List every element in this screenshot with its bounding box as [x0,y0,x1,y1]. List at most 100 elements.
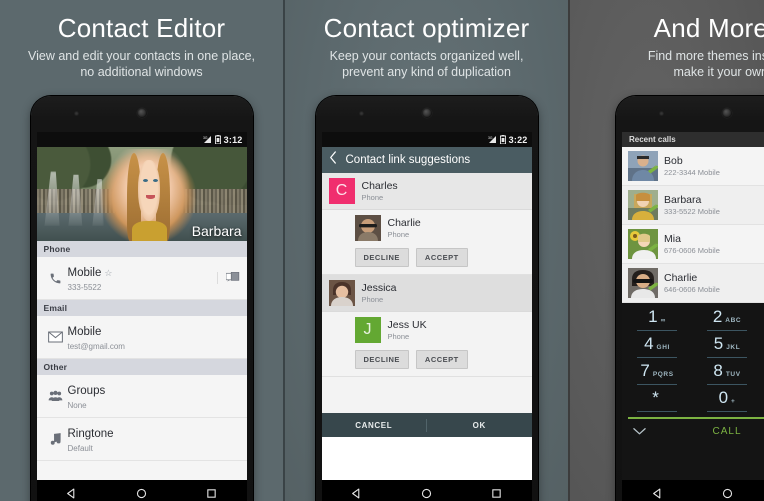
suggestion-primary-text: Charles Phone [362,180,398,203]
suggestion-action-row: DECLINE ACCEPT [321,348,532,377]
decline-button[interactable]: DECLINE [354,248,409,267]
suggestion-secondary-contact[interactable]: Charlie Phone [321,210,532,246]
contact-type: Phone [387,229,410,239]
accept-button[interactable]: ACCEPT [415,248,468,267]
nav-back-icon[interactable] [652,486,663,501]
proximity-sensor-icon [358,111,364,116]
contact-photo[interactable]: Barbara [36,147,247,241]
dialpad-key-7[interactable]: 7 PQRS [622,361,692,388]
suggestion-primary-contact[interactable]: Jessica Phone [321,275,532,312]
decline-button[interactable]: DECLINE [354,350,409,369]
recent-calls-header: Recent calls [622,132,764,147]
call-bar: CALL [622,419,764,443]
page-title: And More [653,13,764,43]
nav-back-icon[interactable] [66,486,77,501]
front-camera-icon [136,108,147,118]
suggestion-secondary-text: Charlie Phone [388,217,421,240]
android-nav-bar [622,480,764,501]
key-digit: 5 [713,334,724,353]
ok-button[interactable]: OK [427,421,532,430]
page-title: Contact Editor [57,13,226,43]
groups-icon [44,390,68,402]
chevron-down-icon[interactable] [622,427,656,436]
phone-icon [44,272,68,285]
key-letters: JKL [726,344,741,351]
nav-recents-icon[interactable] [491,486,502,501]
caller-number: 646-0606 Mobile [664,284,720,294]
dialpad-key-0[interactable]: 0 + [692,388,762,415]
accept-button[interactable]: ACCEPT [415,350,468,369]
dialpad-key-4[interactable]: 4 GHI [622,334,692,361]
contact-field-text: Mobile test@gmail.com [68,322,240,352]
call-log-row[interactable]: Charlie 646-0606 Mobile 2:42 29m [622,264,764,303]
dialpad-key-1[interactable]: 1 ∞ [622,307,692,334]
panel-heading: Contact optimizer Keep your contacts org… [285,0,568,80]
phone-bezel-top [622,96,764,132]
star-icon[interactable]: ☆ [104,268,112,278]
front-camera-icon [722,108,732,118]
phone-bezel-top [322,96,532,132]
key-digit: 4 [644,334,654,353]
avatar [628,268,658,298]
nav-home-icon[interactable] [722,486,733,501]
key-digit: * [652,388,659,407]
contact-field-text: Ringtone Default [68,424,240,454]
phone-device: 3G 3:22 Contact link suggestions C Charl… [315,96,538,501]
cancel-button[interactable]: CANCEL [322,421,427,430]
android-nav-bar [36,480,247,501]
avatar [628,190,658,220]
nav-home-icon[interactable] [136,486,147,501]
dialpad-key-8[interactable]: 8 TUV [692,361,762,388]
svg-text:3G: 3G [203,136,208,140]
dialpad: 1∞ 2ABC 3DEF 4GHI 5JKL 6MNO 7PQRS 8TUV 9… [622,303,764,443]
avatar [328,280,355,306]
front-camera-icon [421,108,432,118]
avatar [628,151,658,181]
contact-field-ringtone[interactable]: Ringtone Default [36,418,247,461]
android-nav-bar [321,480,532,501]
caller-name: Mia [664,232,681,245]
email-icon [44,331,68,343]
signal-icon: 3G [488,135,497,144]
app-bar: Contact link suggestions [321,147,532,173]
ringtone-icon [44,432,68,446]
avatar: C [328,178,355,204]
contact-field-groups[interactable]: Groups None [36,375,247,418]
avatar: J [354,317,381,343]
app-bar-title: Contact link suggestions [345,154,471,166]
contact-field-email[interactable]: Mobile test@gmail.com [36,316,247,359]
field-value: test@gmail.com [67,342,125,351]
call-log-row[interactable]: Barbara 333-5522 Mobile 3:06 5m [622,186,764,225]
nav-recents-icon[interactable] [206,486,217,501]
nav-back-icon[interactable] [351,486,362,501]
contact-field-phone[interactable]: Mobile ☆ 333-5522 [36,257,247,300]
key-digit: 8 [713,361,723,380]
status-bar-clock: 3:22 [508,134,528,145]
dialpad-key-2[interactable]: 2 ABC [692,307,762,334]
sms-icon[interactable] [216,272,240,284]
suggestion-primary-text: Jessica Phone [362,282,397,305]
call-button[interactable]: CALL [656,426,764,437]
caller-number: 333-5522 Mobile [664,206,720,216]
suggestion-primary-contact[interactable]: C Charles Phone [321,173,532,210]
field-value: 333-5522 [67,283,102,292]
photo-person [99,148,197,241]
dialpad-key-star[interactable]: * [622,388,692,415]
subtitle-line-2: prevent any kind of duplication [342,65,511,79]
key-letters: ABC [725,317,742,324]
back-chevron-icon[interactable] [329,151,337,169]
avatar [354,215,381,241]
field-label: Groups [67,385,106,397]
content-spacer [36,461,247,480]
key-letters: + [731,398,736,405]
status-bar: 3G 3:12 [36,132,247,147]
dialpad-key-5[interactable]: 5 JKL [692,334,762,361]
nav-home-icon[interactable] [421,486,432,501]
suggestion-secondary-contact[interactable]: J Jess UK Phone [321,312,532,348]
outgoing-call-icon [647,201,658,219]
contact-type: Phone [361,192,384,202]
page-subtitle: Find more themes ins make it your own [604,48,764,80]
contact-field-text: Groups None [68,381,240,411]
call-log-row[interactable]: Mia 676-0606 Mobile 2:43 28m [622,225,764,264]
call-log-row[interactable]: Bob 222-3344 Mobile 3:07 4m [622,147,764,186]
